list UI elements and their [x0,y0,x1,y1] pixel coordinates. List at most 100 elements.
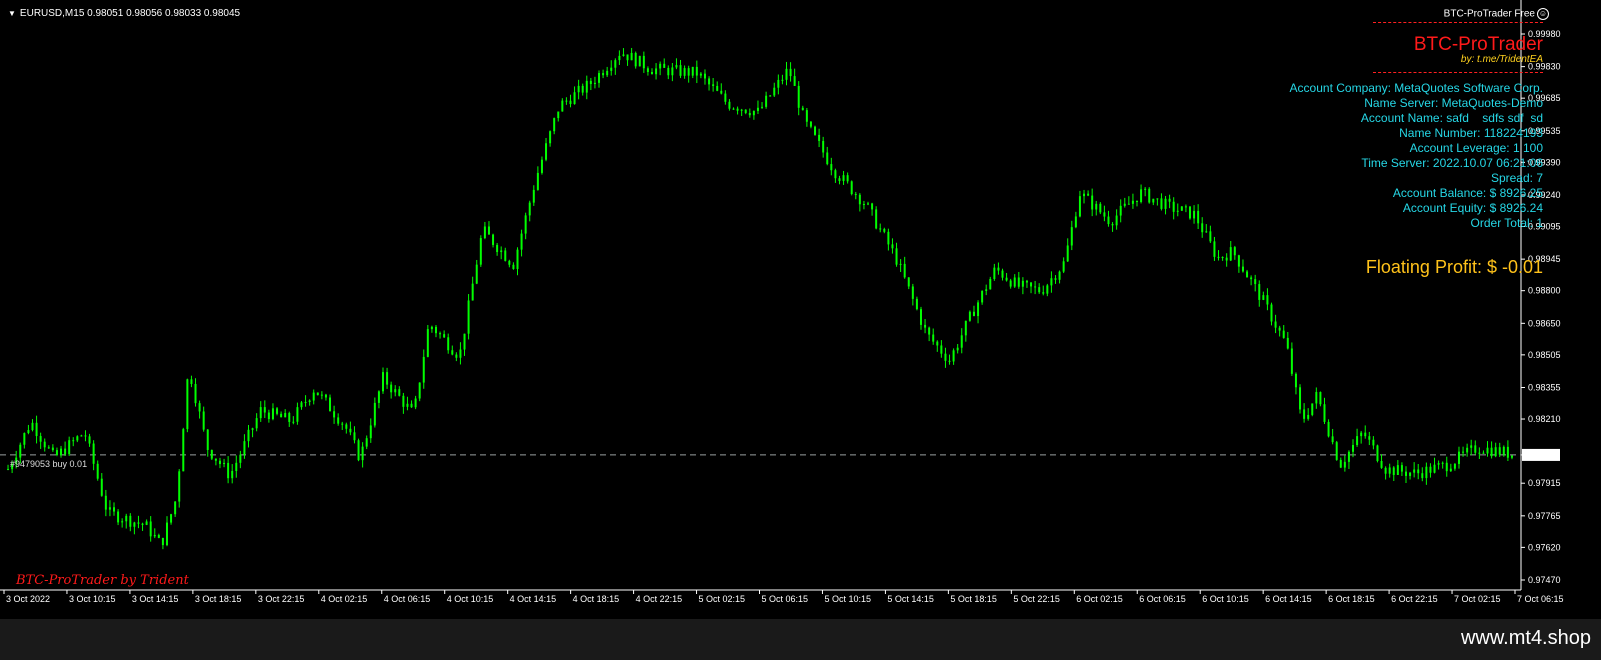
candle-body [382,372,384,392]
candle-body [55,450,58,456]
candle-body [68,440,71,455]
candle-body [402,395,405,407]
candle-body [630,52,633,61]
candle-body [1498,447,1501,455]
time-tick-label: 4 Oct 10:15 [447,594,494,604]
price-tick-label: 0.97915 [1528,478,1561,488]
candle-body [561,100,564,112]
time-tick-label: 4 Oct 18:15 [573,594,620,604]
candle-body [744,109,747,113]
candle-body [903,263,906,278]
candle-body [308,400,311,402]
candle-body [1078,196,1081,217]
smile-icon[interactable]: ☺ [1537,8,1549,20]
candle-body [398,389,401,396]
candle-body [634,52,637,67]
candle-body [1441,462,1444,464]
candle-body [1413,469,1416,473]
candle-body [1229,247,1232,261]
candle-body [687,68,690,76]
candle-body [365,438,368,447]
candle-body [1339,459,1342,468]
name-server: Name Server: MetaQuotes-Demo [1364,96,1543,110]
candle-body [964,320,967,336]
candle-body [924,324,927,328]
candle-body [390,384,393,393]
candle-body [1364,432,1367,437]
candle-body [186,379,189,430]
candle-body [777,79,780,88]
candle-body [614,60,617,68]
candle-body [39,436,42,442]
candle-body [1282,330,1285,338]
candle-body [1001,270,1004,278]
time-tick-label: 3 Oct 18:15 [195,594,242,604]
candle-body [1123,203,1126,206]
candle-body [834,170,837,179]
order-line-label[interactable]: #9479053 buy 0.01 [10,459,87,469]
name-number: Name Number: 118224193 [1399,126,1543,140]
candle-body [1254,279,1257,285]
candle-body [292,421,295,423]
brand-title: BTC-ProTrader [1413,34,1543,55]
candle-body [785,68,788,80]
candle-body [1217,256,1220,258]
candle-body [1506,446,1509,458]
candle-body [919,309,922,325]
candle-body [830,164,833,171]
candle-body [956,347,959,351]
chart-area[interactable]: 0.99980 0.99830 0.99685 0.99535 0.99390 0.992… [0,0,1601,619]
candle-body [1127,203,1130,205]
candle-body [667,67,670,76]
candle-body [512,264,515,270]
candle-body [386,372,389,385]
candle-body [1225,257,1228,261]
candle-body [1074,216,1077,228]
candle-body [1172,201,1175,212]
candle-body [993,267,996,280]
candle-body [276,408,279,414]
price-tick-label: 0.97765 [1528,511,1561,521]
candle-body [60,448,63,456]
candle-body [602,73,605,76]
candle-body [1025,280,1028,283]
candle-body [683,68,686,76]
candle-body [443,334,446,338]
candle-body [936,341,939,346]
candle-body [720,90,723,94]
symbol-header: ▼ EURUSD,M15 0.98051 0.98056 0.98033 0.98… [8,8,240,19]
dropdown-arrow-icon[interactable]: ▼ [8,9,16,18]
candle-body [198,403,201,412]
candle-body [312,392,315,401]
candle-body [891,244,894,249]
candle-body [748,112,751,116]
candle-body [194,383,197,404]
candle-body [47,447,50,449]
candle-body [569,100,572,105]
candle-body [504,250,507,261]
candle-body [528,202,531,216]
candle-body [879,228,882,230]
candle-body [361,446,364,461]
candle-body [887,231,890,245]
price-tick-label: 0.98355 [1528,382,1561,392]
candle-body [1241,266,1244,272]
candle-body [210,449,213,459]
candle-body [1111,224,1114,226]
candle-body [968,311,971,321]
candle-body [691,66,694,76]
candle-body [141,523,144,525]
candle-body [492,234,495,245]
candle-body [557,111,560,119]
candle-body [157,534,160,538]
candle-body [712,84,715,86]
candle-body [1437,463,1440,465]
candle-body [1490,447,1493,457]
candle-body [532,189,535,203]
candle-body [377,391,380,403]
candle-body [854,194,857,196]
candle-body [1486,447,1489,454]
candle-body [218,460,221,464]
candle-body [1360,432,1363,437]
candle-body [7,469,10,471]
